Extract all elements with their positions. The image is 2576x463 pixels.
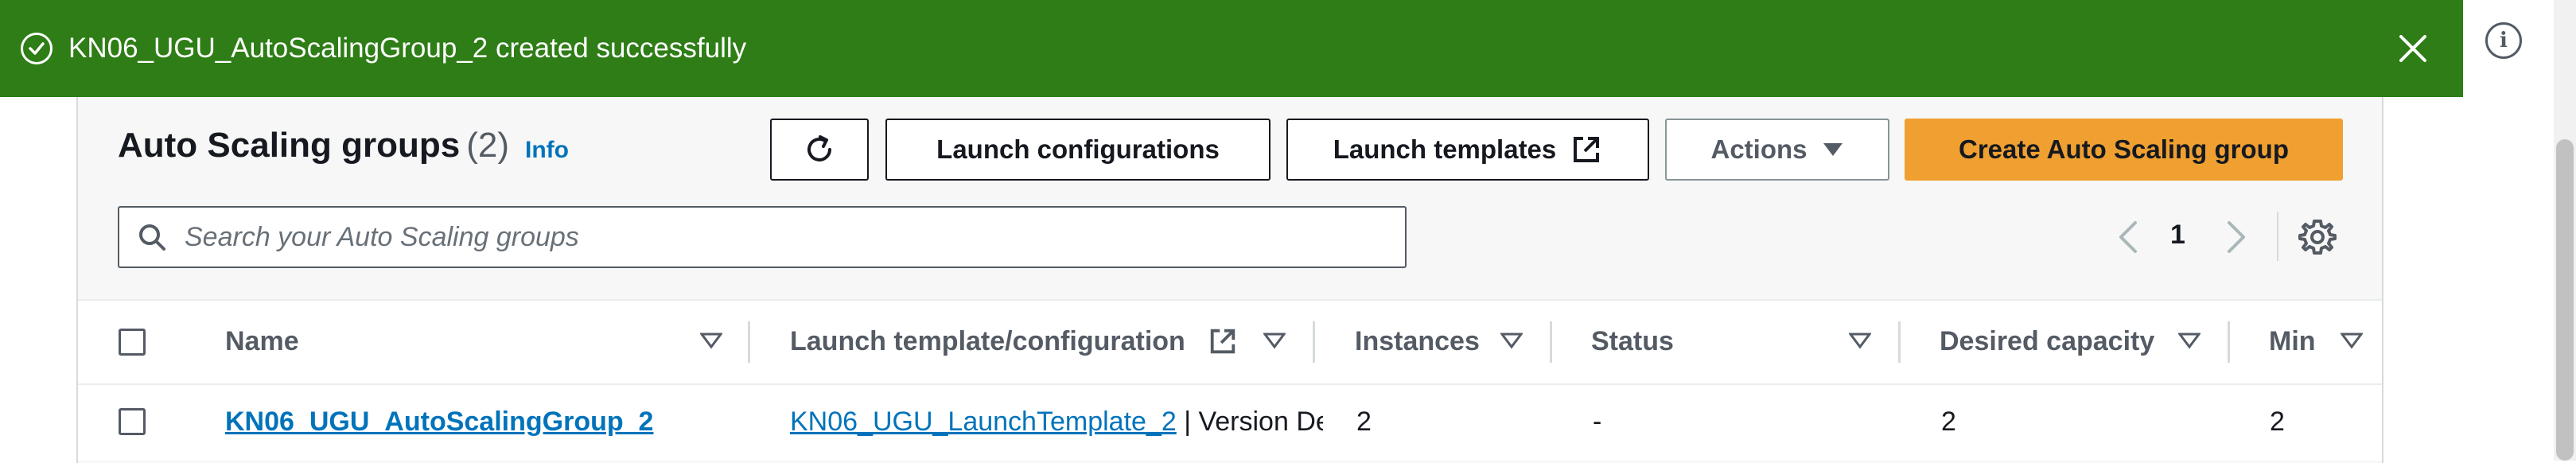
create-auto-scaling-group-button[interactable]: Create Auto Scaling group bbox=[1905, 119, 2343, 181]
launch-template-link[interactable]: KN06_UGU_LaunchTemplate_2 bbox=[790, 407, 1177, 437]
status-cell: - bbox=[1593, 407, 1602, 437]
column-header-launch-template[interactable]: Launch template/configuration bbox=[790, 326, 1185, 357]
sort-caret-icon[interactable] bbox=[700, 332, 722, 349]
success-flash-bar: KN06_UGU_AutoScalingGroup_2 created succ… bbox=[0, 0, 2463, 97]
column-separator[interactable] bbox=[748, 321, 750, 363]
pager-divider bbox=[2277, 212, 2278, 261]
refresh-button[interactable] bbox=[770, 119, 869, 181]
select-all-checkbox[interactable] bbox=[119, 329, 146, 356]
sort-caret-icon[interactable] bbox=[2178, 332, 2200, 349]
external-link-icon bbox=[1210, 329, 1235, 354]
page-title-text: Auto Scaling groups bbox=[118, 126, 461, 165]
column-header-min[interactable]: Min bbox=[2269, 326, 2316, 357]
info-link[interactable]: Info bbox=[525, 137, 569, 164]
column-separator[interactable] bbox=[1550, 321, 1552, 363]
desired-capacity-cell: 2 bbox=[1941, 407, 1956, 437]
chevron-right-icon[interactable] bbox=[2220, 218, 2251, 256]
column-header-desired-capacity[interactable]: Desired capacity bbox=[1940, 326, 2154, 357]
launch-template-version: | Version Default bbox=[1184, 407, 1323, 437]
column-header-name[interactable]: Name bbox=[225, 326, 299, 357]
check-circle-icon bbox=[21, 33, 53, 64]
search-field[interactable] bbox=[118, 206, 1407, 268]
gear-icon[interactable] bbox=[2298, 217, 2337, 257]
column-separator[interactable] bbox=[1313, 321, 1315, 363]
launch-templates-label: Launch templates bbox=[1333, 134, 1557, 164]
current-page-number[interactable]: 1 bbox=[2170, 220, 2185, 251]
launch-templates-button[interactable]: Launch templates bbox=[1286, 119, 1649, 181]
search-input[interactable] bbox=[185, 221, 1378, 253]
launch-template-cell: KN06_UGU_LaunchTemplate_2 | Version Defa… bbox=[790, 407, 1323, 438]
sort-caret-icon[interactable] bbox=[2341, 332, 2363, 349]
actions-dropdown-button[interactable]: Actions bbox=[1665, 119, 1889, 181]
sort-caret-icon[interactable] bbox=[1849, 332, 1871, 349]
scrollbar-thumb[interactable] bbox=[2556, 139, 2574, 461]
min-cell: 2 bbox=[2270, 407, 2285, 437]
column-separator[interactable] bbox=[2228, 321, 2230, 363]
column-header-instances[interactable]: Instances bbox=[1355, 326, 1480, 357]
actions-label: Actions bbox=[1710, 134, 1807, 164]
group-count: (2) bbox=[466, 126, 510, 165]
sort-caret-icon[interactable] bbox=[1500, 332, 1523, 349]
caret-down-icon bbox=[1823, 143, 1843, 156]
sort-caret-icon[interactable] bbox=[1263, 332, 1286, 349]
column-separator[interactable] bbox=[1898, 321, 1901, 363]
page-title: Auto Scaling groups (2) bbox=[118, 126, 509, 165]
close-icon[interactable] bbox=[2396, 32, 2430, 65]
asg-name-link[interactable]: KN06_UGU_AutoScalingGroup_2 bbox=[225, 407, 653, 438]
flash-message: KN06_UGU_AutoScalingGroup_2 created succ… bbox=[68, 33, 747, 64]
external-link-icon bbox=[1574, 137, 1600, 162]
launch-configurations-label: Launch configurations bbox=[936, 134, 1220, 164]
search-icon bbox=[139, 224, 165, 251]
page-background bbox=[0, 97, 76, 461]
row-select-checkbox[interactable] bbox=[119, 408, 146, 435]
refresh-icon bbox=[807, 135, 831, 161]
column-header-status[interactable]: Status bbox=[1591, 326, 1674, 357]
chevron-left-icon[interactable] bbox=[2113, 218, 2145, 256]
info-icon[interactable]: i bbox=[2485, 22, 2522, 59]
instances-cell: 2 bbox=[1356, 407, 1372, 437]
create-label: Create Auto Scaling group bbox=[1959, 134, 2289, 164]
launch-configurations-button[interactable]: Launch configurations bbox=[885, 119, 1270, 181]
